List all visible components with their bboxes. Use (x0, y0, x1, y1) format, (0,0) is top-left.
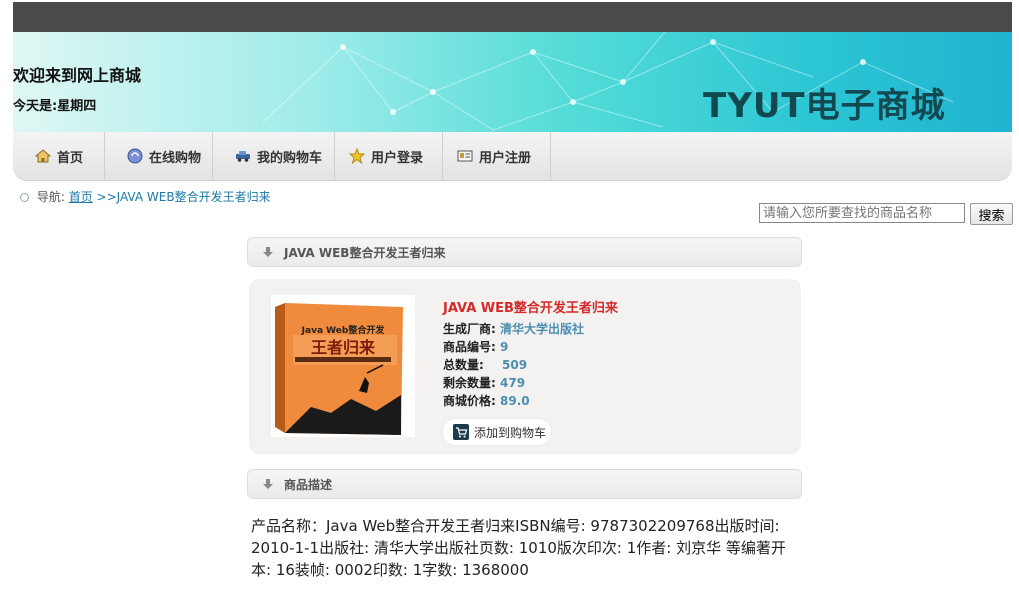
cover-title: Java Web整合开发 (301, 324, 386, 336)
site-brand: TYUT电子商城 (703, 86, 946, 126)
add-to-cart-button[interactable]: 添加到购物车 (443, 419, 551, 445)
nav-item-register[interactable]: 用户注册 (443, 132, 551, 180)
add-to-cart-label: 添加到购物车 (474, 425, 547, 440)
product-field-remaining: 剩余数量: 479 (443, 376, 526, 390)
search-button[interactable]: 搜索 (970, 203, 1013, 225)
description-panel-header: 商品描述 (247, 469, 802, 499)
down-arrow-icon (262, 246, 274, 258)
shopping-cart-icon (453, 424, 469, 440)
cart-car-icon (235, 148, 251, 164)
nav-item-online-shopping[interactable]: 在线购物 (105, 132, 213, 180)
today-text: 今天是:星期四 (13, 99, 97, 114)
nav-item-label: 用户登录 (371, 150, 424, 166)
search-input[interactable] (759, 203, 965, 223)
product-field-total: 总数量: 509 (443, 358, 528, 372)
nav-item-home[interactable]: 首页 (13, 132, 105, 180)
nav-item-login[interactable]: 用户登录 (335, 132, 443, 180)
product-panel-header: JAVA WEB整合开发王者归来 (247, 237, 802, 267)
product-field-id: 商品编号: 9 (443, 340, 509, 354)
nav-item-my-cart[interactable]: 我的购物车 (213, 132, 335, 180)
breadcrumb-home-link[interactable]: 首页 (69, 190, 93, 204)
nav-item-label: 我的购物车 (257, 150, 323, 166)
main-nav: 首页 在线购物 我的购物车 用户登录 用户注册 (13, 132, 1012, 181)
product-field-maker: 生成厂商: 清华大学出版社 (443, 322, 585, 336)
breadcrumb-prefix: 导航: (36, 190, 65, 204)
down-arrow-icon (262, 478, 274, 490)
header-banner: 欢迎来到网上商城 今天是:星期四 TYUT电子商城 (13, 32, 1012, 132)
product-detail-box: Java Web整合开发 王者归来 JAVA WEB整合开发王者归来 生成厂商:… (249, 279, 801, 454)
shopping-icon (127, 148, 143, 164)
welcome-text: 欢迎来到网上商城 (13, 66, 142, 85)
product-panel-title: JAVA WEB整合开发王者归来 (284, 245, 446, 260)
nav-item-label: 首页 (57, 150, 84, 166)
product-name: JAVA WEB整合开发王者归来 (443, 301, 618, 316)
product-field-price: 商城价格: 89.0 (443, 394, 530, 408)
star-icon (348, 147, 366, 165)
breadcrumb: 导航: 首页 >>JAVA WEB整合开发王者归来 (20, 188, 271, 205)
cover-big-title: 王者归来 (311, 338, 376, 357)
product-description: 产品名称：Java Web整合开发王者归来ISBN编号: 97873022097… (251, 517, 786, 579)
description-panel-title: 商品描述 (284, 477, 333, 492)
nav-item-label: 在线购物 (149, 150, 202, 166)
nav-item-label: 用户注册 (479, 150, 532, 166)
top-dark-bar (13, 2, 1012, 32)
bullet-icon (20, 193, 29, 202)
book-cover-art: Java Web整合开发 王者归来 (275, 303, 403, 435)
register-card-icon (457, 148, 473, 164)
home-icon (34, 148, 52, 164)
product-image[interactable]: Java Web整合开发 王者归来 (271, 295, 415, 437)
breadcrumb-current: >>JAVA WEB整合开发王者归来 (96, 190, 271, 204)
